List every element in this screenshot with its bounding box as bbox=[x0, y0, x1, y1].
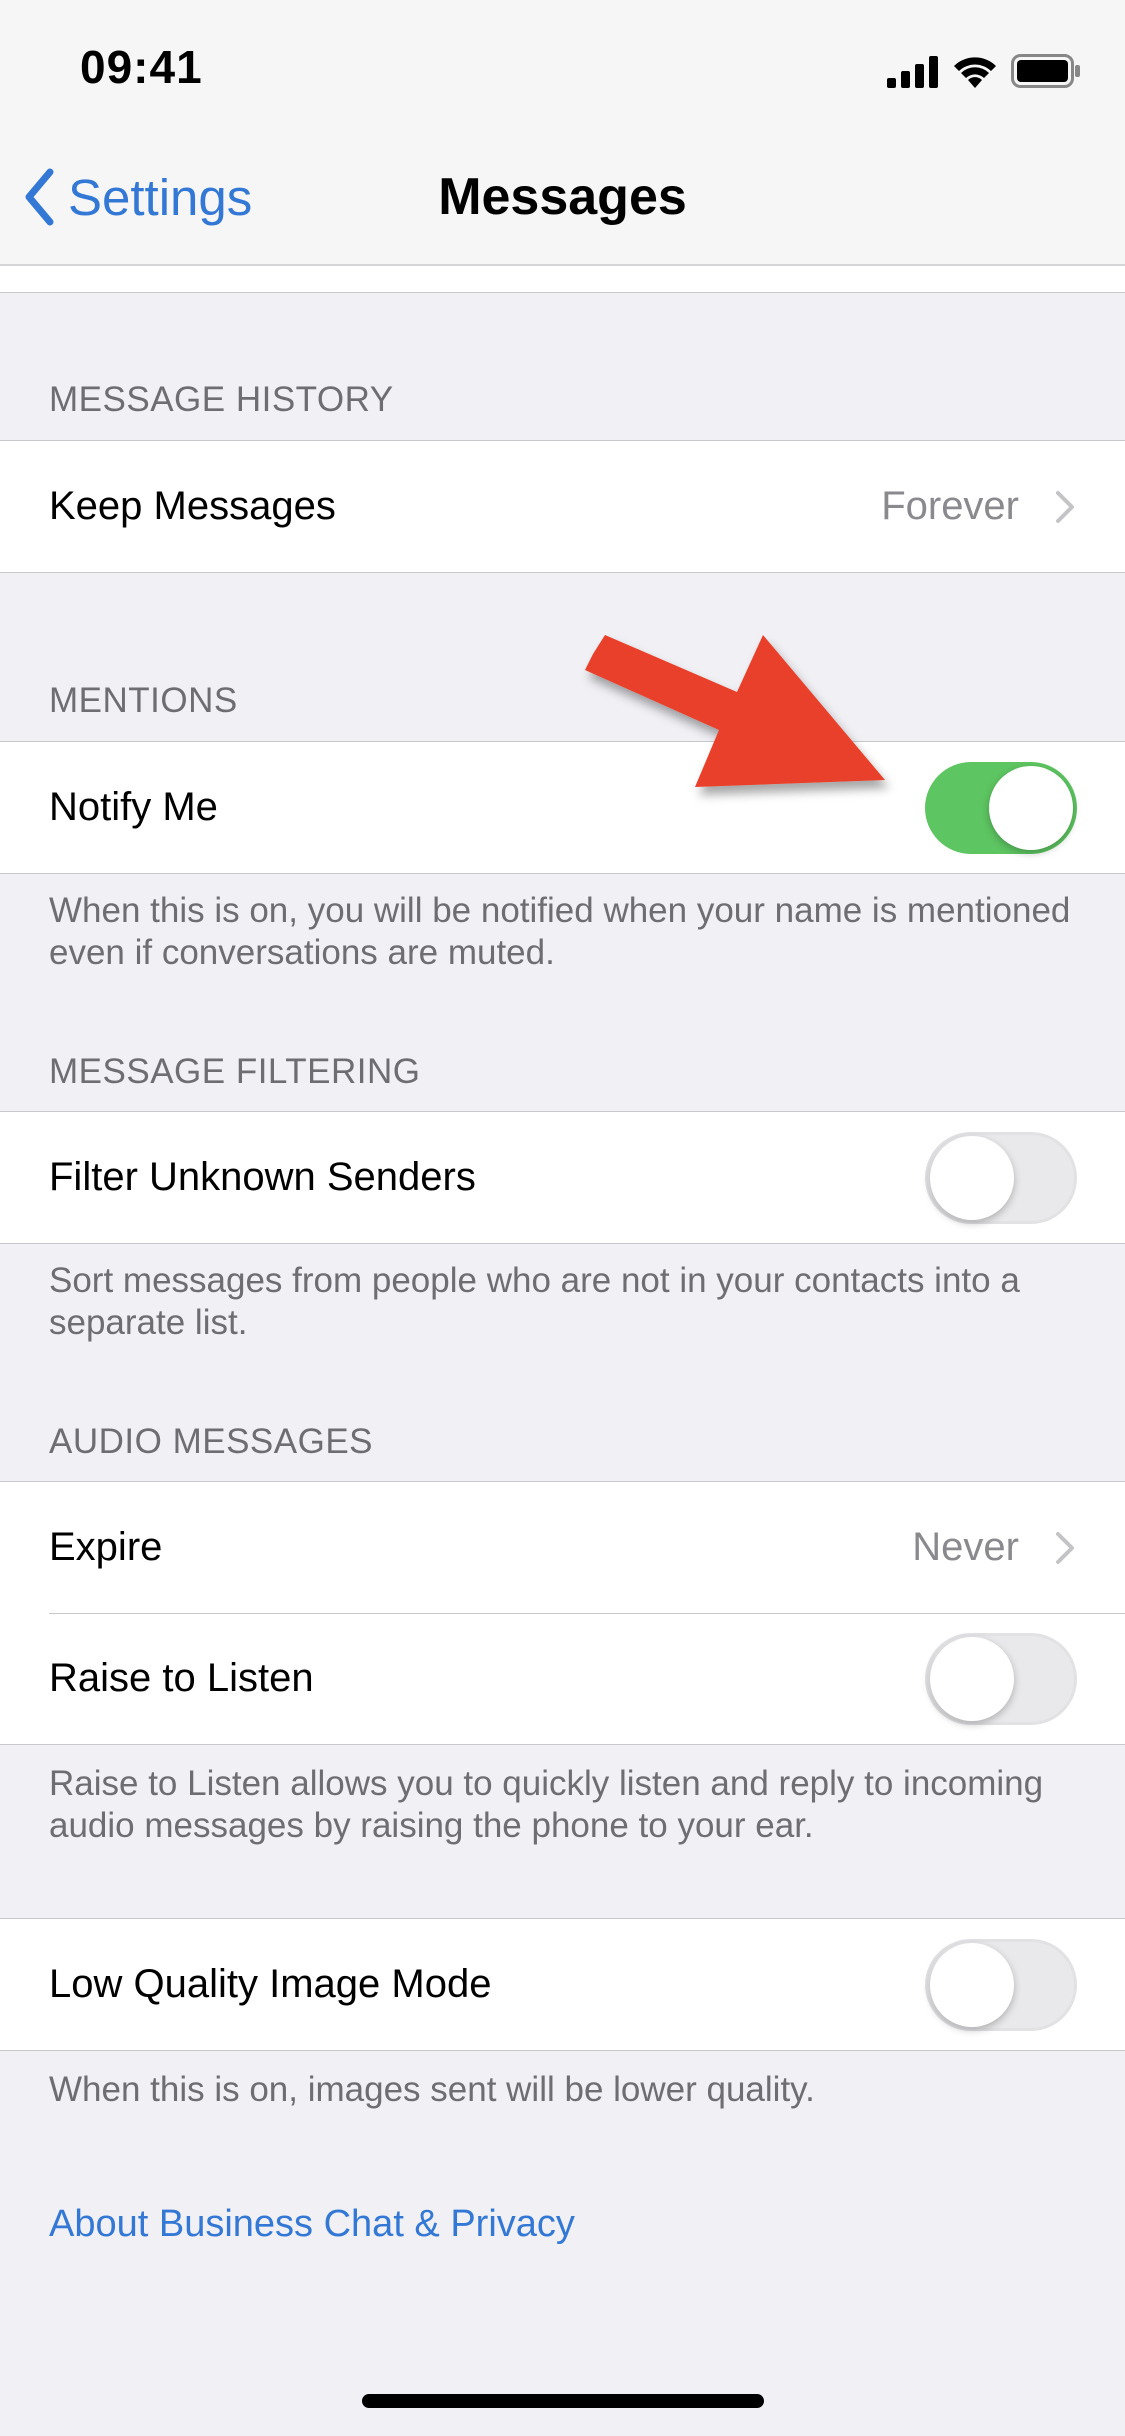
back-button-label: Settings bbox=[68, 168, 253, 226]
chevron-left-icon bbox=[25, 168, 54, 226]
expire-row[interactable]: Expire Never bbox=[0, 1482, 1125, 1613]
group-message-filtering: Filter Unknown Senders bbox=[0, 1111, 1125, 1244]
chevron-right-icon bbox=[1056, 490, 1074, 523]
keep-messages-row[interactable]: Keep Messages Forever bbox=[0, 441, 1125, 572]
toggle-knob bbox=[930, 1942, 1014, 2027]
toggle-knob bbox=[930, 1636, 1014, 1721]
back-button[interactable]: Settings bbox=[24, 162, 252, 232]
low-quality-footer: When this is on, images sent will be low… bbox=[49, 2070, 815, 2109]
low-quality-image-mode-row: Low Quality Image Mode bbox=[0, 1919, 1125, 2050]
group-audio-messages: Expire Never Raise to Listen bbox=[0, 1481, 1125, 1745]
home-indicator bbox=[362, 2394, 764, 2408]
expire-label: Expire bbox=[49, 1525, 163, 1569]
filter-unknown-senders-toggle[interactable] bbox=[925, 1131, 1077, 1224]
expire-value: Never bbox=[912, 1525, 1019, 1569]
filter-unknown-senders-row: Filter Unknown Senders bbox=[0, 1112, 1125, 1243]
chevron-right-icon bbox=[1056, 1531, 1074, 1564]
annotation-arrow-icon bbox=[585, 635, 885, 787]
keep-messages-label: Keep Messages bbox=[49, 484, 336, 528]
status-bar: 09:41 bbox=[0, 0, 1125, 132]
section-header-message-filtering: MESSAGE FILTERING bbox=[49, 1052, 421, 1091]
group-low-quality: Low Quality Image Mode bbox=[0, 1918, 1125, 2051]
about-business-chat-link[interactable]: About Business Chat & Privacy bbox=[49, 2203, 575, 2246]
status-icons bbox=[887, 48, 1081, 88]
status-time: 09:41 bbox=[80, 41, 203, 93]
raise-to-listen-toggle[interactable] bbox=[925, 1632, 1077, 1725]
audio-messages-footer: Raise to Listen allows you to quickly li… bbox=[49, 1764, 1044, 1845]
low-quality-image-mode-label: Low Quality Image Mode bbox=[49, 1962, 492, 2006]
low-quality-image-mode-toggle[interactable] bbox=[925, 1938, 1077, 2031]
mentions-footer: When this is on, you will be notified wh… bbox=[49, 891, 1071, 972]
raise-to-listen-label: Raise to Listen bbox=[49, 1656, 314, 1700]
keep-messages-value: Forever bbox=[881, 484, 1019, 528]
filter-unknown-senders-label: Filter Unknown Senders bbox=[49, 1155, 476, 1199]
group-mentions: Notify Me bbox=[0, 741, 1125, 874]
toggle-knob bbox=[989, 765, 1073, 850]
raise-to-listen-row: Raise to Listen bbox=[0, 1613, 1125, 1744]
notify-me-label: Notify Me bbox=[49, 785, 218, 829]
toggle-knob bbox=[930, 1135, 1014, 1220]
section-header-message-history: MESSAGE HISTORY bbox=[49, 380, 394, 419]
previous-group-edge bbox=[0, 266, 1125, 293]
group-message-history: Keep Messages Forever bbox=[0, 440, 1125, 573]
section-header-mentions: MENTIONS bbox=[49, 681, 238, 720]
message-filtering-footer: Sort messages from people who are not in… bbox=[49, 1261, 1020, 1342]
wifi-icon bbox=[954, 57, 996, 88]
battery-icon bbox=[1011, 54, 1080, 88]
notify-me-toggle[interactable] bbox=[925, 761, 1077, 854]
navigation-bar: Messages Settings bbox=[0, 132, 1125, 266]
cellular-signal-icon bbox=[887, 56, 938, 88]
section-header-audio-messages: AUDIO MESSAGES bbox=[49, 1422, 374, 1461]
notify-me-row: Notify Me bbox=[0, 742, 1125, 873]
